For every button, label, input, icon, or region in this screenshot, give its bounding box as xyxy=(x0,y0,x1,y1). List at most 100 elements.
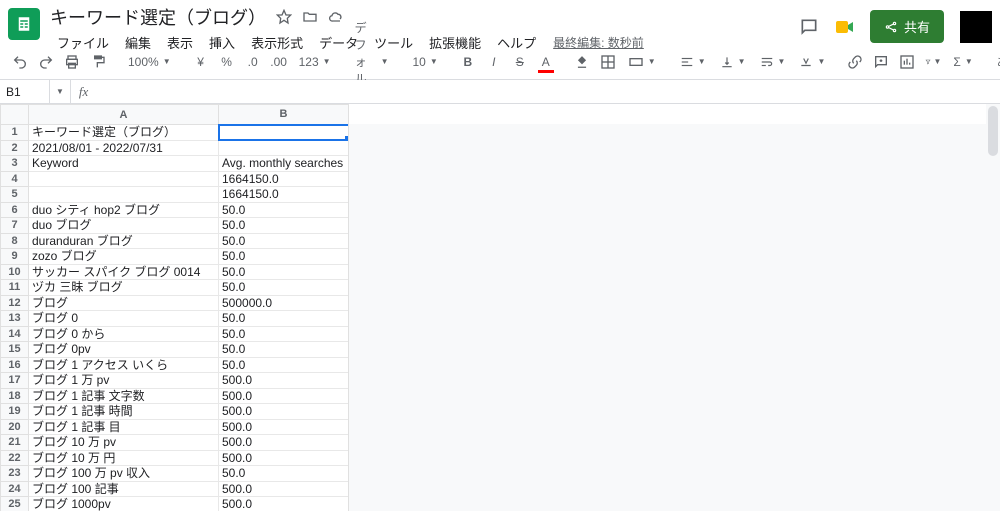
row-header[interactable]: 16 xyxy=(1,357,29,373)
merge-cells-button[interactable]: ▼ xyxy=(622,49,662,75)
cell[interactable]: ブログ xyxy=(29,295,219,311)
cell[interactable]: ヅカ 三昧 ブログ xyxy=(29,280,219,296)
insert-chart-icon[interactable] xyxy=(895,49,919,75)
cell[interactable]: ブログ 1 アクセス いくら xyxy=(29,357,219,373)
cell[interactable]: ブログ 1 記事 文字数 xyxy=(29,388,219,404)
column-header[interactable]: A xyxy=(29,105,219,125)
row-header[interactable]: 1 xyxy=(1,125,29,141)
cell[interactable]: 50.0 xyxy=(219,342,349,358)
print-icon[interactable] xyxy=(60,49,84,75)
cell[interactable]: 500.0 xyxy=(219,450,349,466)
row-header[interactable]: 15 xyxy=(1,342,29,358)
share-button[interactable]: 共有 xyxy=(870,10,944,43)
row-header[interactable]: 12 xyxy=(1,295,29,311)
cell[interactable]: duo ブログ xyxy=(29,218,219,234)
text-color-button[interactable]: A xyxy=(534,49,558,75)
account-avatar[interactable] xyxy=(960,11,992,43)
horizontal-align-button[interactable]: ▼ xyxy=(674,49,712,75)
cloud-status-icon[interactable] xyxy=(328,9,344,25)
row-header[interactable]: 7 xyxy=(1,218,29,234)
cell[interactable]: 50.0 xyxy=(219,249,349,265)
name-box[interactable]: B1 xyxy=(0,80,50,103)
cell[interactable]: duranduran ブログ xyxy=(29,233,219,249)
text-rotation-button[interactable]: ▼ xyxy=(793,49,831,75)
cell[interactable]: ブログ 10 万 pv xyxy=(29,435,219,451)
cell[interactable]: 500.0 xyxy=(219,481,349,497)
cell[interactable]: ブログ 0pv xyxy=(29,342,219,358)
row-header[interactable]: 2 xyxy=(1,140,29,156)
cell[interactable]: 50.0 xyxy=(219,202,349,218)
row-header[interactable]: 4 xyxy=(1,171,29,187)
cell[interactable] xyxy=(29,187,219,203)
cell[interactable]: ブログ 1 記事 目 xyxy=(29,419,219,435)
row-header[interactable]: 13 xyxy=(1,311,29,327)
row-header[interactable]: 6 xyxy=(1,202,29,218)
cell[interactable]: 50.0 xyxy=(219,311,349,327)
input-tools-button[interactable]: あ▼ xyxy=(991,49,1000,75)
row-header[interactable]: 3 xyxy=(1,156,29,172)
cell[interactable]: 50.0 xyxy=(219,218,349,234)
row-header[interactable]: 14 xyxy=(1,326,29,342)
strikethrough-button[interactable]: S xyxy=(508,49,532,75)
cell[interactable] xyxy=(29,171,219,187)
insert-comment-icon[interactable] xyxy=(869,49,893,75)
cell[interactable]: サッカー スパイク ブログ 0014 xyxy=(29,264,219,280)
cell[interactable]: 50.0 xyxy=(219,326,349,342)
cell[interactable]: 500000.0 xyxy=(219,295,349,311)
row-header[interactable]: 8 xyxy=(1,233,29,249)
text-wrap-button[interactable]: ▼ xyxy=(754,49,792,75)
zoom-dropdown[interactable]: 100%▼ xyxy=(122,49,177,75)
cell[interactable]: Keyword xyxy=(29,156,219,172)
spreadsheet-grid[interactable]: AB1キーワード選定（ブログ）22021/08/01 - 2022/07/313… xyxy=(0,104,1000,511)
bold-button[interactable]: B xyxy=(456,49,480,75)
cell[interactable]: ブログ 0 から xyxy=(29,326,219,342)
row-header[interactable]: 9 xyxy=(1,249,29,265)
formula-input[interactable] xyxy=(96,80,1000,103)
fill-color-button[interactable] xyxy=(570,49,594,75)
cell[interactable]: 50.0 xyxy=(219,357,349,373)
move-folder-icon[interactable] xyxy=(302,9,318,25)
cell[interactable]: ブログ 0 xyxy=(29,311,219,327)
cell[interactable]: ブログ 100 万 pv 収入 xyxy=(29,466,219,482)
cell[interactable]: zozo ブログ xyxy=(29,249,219,265)
font-size-dropdown[interactable]: 10▼ xyxy=(407,49,444,75)
decrease-decimal-button[interactable]: .0 xyxy=(241,49,265,75)
cell[interactable]: 50.0 xyxy=(219,280,349,296)
cell[interactable]: ブログ 1 万 pv xyxy=(29,373,219,389)
redo-icon[interactable] xyxy=(34,49,58,75)
cell[interactable]: ブログ 10 万 円 xyxy=(29,450,219,466)
borders-button[interactable] xyxy=(596,49,620,75)
row-header[interactable]: 11 xyxy=(1,280,29,296)
more-formats-dropdown[interactable]: 123▼ xyxy=(293,49,337,75)
row-header[interactable]: 19 xyxy=(1,404,29,420)
cell[interactable]: Avg. monthly searches xyxy=(219,156,349,172)
document-title[interactable]: キーワード選定（ブログ） xyxy=(50,4,266,30)
italic-button[interactable]: I xyxy=(482,49,506,75)
row-header[interactable]: 23 xyxy=(1,466,29,482)
cell[interactable]: 50.0 xyxy=(219,233,349,249)
font-family-dropdown[interactable]: デフォルト...▼ xyxy=(349,49,395,75)
row-header[interactable]: 20 xyxy=(1,419,29,435)
vertical-scrollbar[interactable] xyxy=(986,104,1000,511)
row-header[interactable]: 18 xyxy=(1,388,29,404)
cell[interactable]: 50.0 xyxy=(219,264,349,280)
row-header[interactable]: 10 xyxy=(1,264,29,280)
cell[interactable]: ブログ 1 記事 時間 xyxy=(29,404,219,420)
cell[interactable]: 1664150.0 xyxy=(219,187,349,203)
column-header[interactable]: B xyxy=(219,105,349,125)
cell[interactable] xyxy=(219,140,349,156)
row-header[interactable]: 5 xyxy=(1,187,29,203)
name-box-dropdown-icon[interactable]: ▼ xyxy=(50,80,71,103)
cell[interactable]: 2021/08/01 - 2022/07/31 xyxy=(29,140,219,156)
filter-icon[interactable]: ▼ xyxy=(921,49,945,75)
undo-icon[interactable] xyxy=(8,49,32,75)
vertical-align-button[interactable]: ▼ xyxy=(714,49,752,75)
cell[interactable]: 1664150.0 xyxy=(219,171,349,187)
row-header[interactable]: 22 xyxy=(1,450,29,466)
cell[interactable]: 50.0 xyxy=(219,466,349,482)
comment-history-icon[interactable] xyxy=(798,16,820,38)
cell[interactable]: 500.0 xyxy=(219,435,349,451)
percent-format-button[interactable]: % xyxy=(215,49,239,75)
cell[interactable] xyxy=(219,125,349,141)
row-header[interactable]: 25 xyxy=(1,497,29,511)
